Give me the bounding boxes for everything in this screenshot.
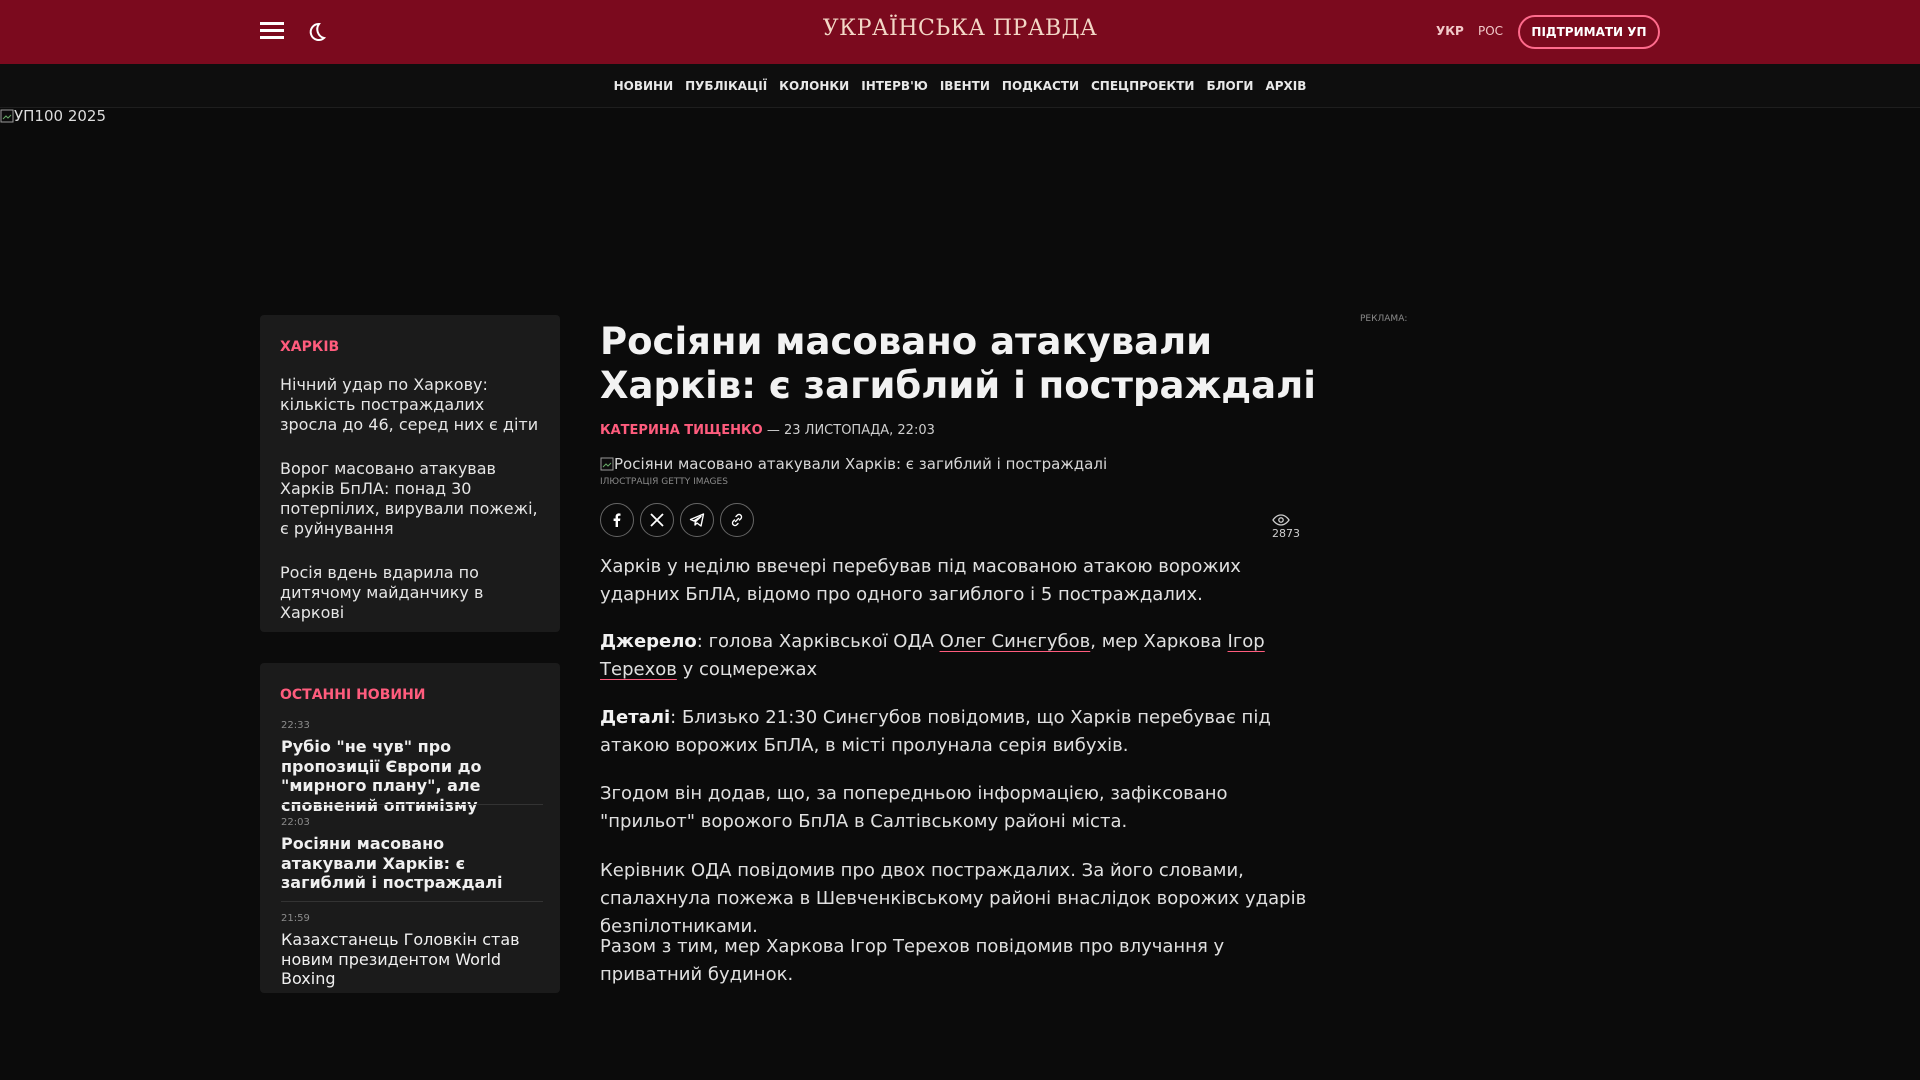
dark-mode-moon-icon[interactable] [304, 20, 328, 44]
article-paragraph: Разом з тим, мер Харкова Ігор Терехов по… [600, 936, 1225, 985]
article-paragraph: Керівник ОДА повідомив про двох постражд… [600, 860, 1307, 937]
article-byline: КАТЕРИНА ТИЩЕНКО — 23 ЛИСТОПАДА, 22:03 [600, 423, 935, 438]
news-headline[interactable]: Росіяни масовано атакували Харків: є заг… [281, 834, 543, 893]
ad-label: РЕКЛАМА: [1360, 314, 1408, 324]
top-bar: УКРАЇНСЬКА ПРАВДА УКР РОС ПІДТРИМАТИ УП [0, 0, 1920, 64]
article-date: — 23 ЛИСТОПАДА, 22:03 [762, 423, 935, 438]
nav-item-events[interactable]: ІВЕНТИ [940, 64, 990, 108]
paragraph-text: : Близько 21:30 Синєгубов повідомив, що … [600, 707, 1271, 756]
facebook-icon [613, 513, 621, 527]
eye-icon [1272, 514, 1290, 526]
nav-item-specprojects[interactable]: СПЕЦПРОЕКТИ [1091, 64, 1194, 108]
broken-image-icon [600, 457, 614, 471]
source-label: Джерело [600, 631, 697, 652]
latest-news-title[interactable]: ОСТАННІ НОВИНИ [280, 687, 426, 703]
banner-alt-text: УП100 2025 [14, 107, 106, 125]
telegram-icon [689, 513, 705, 527]
link-icon [731, 513, 743, 527]
article-headline: Росіяни масовано атакували Харків: є заг… [600, 320, 1316, 407]
copy-link-button[interactable] [720, 503, 754, 537]
article-paragraph: Харків у неділю ввечері перебував під ма… [600, 556, 1241, 605]
article-paragraph: Джерело: голова Харківської ОДА Олег Син… [600, 628, 1320, 684]
photo-alt-text: Росіяни масовано атакували Харків: є заг… [614, 455, 1108, 473]
nav-item-interviews[interactable]: ІНТЕРВ'Ю [861, 64, 928, 108]
latest-news-item[interactable]: 22:03 Росіяни масовано атакували Харків:… [281, 817, 543, 893]
news-time: 22:33 [281, 720, 310, 731]
main-nav-bar: НОВИНИ ПУБЛІКАЦІЇ КОЛОНКИ ІНТЕРВ'Ю ІВЕНТ… [0, 64, 1920, 108]
site-logo[interactable]: УКРАЇНСЬКА ПРАВДА [760, 16, 1160, 41]
news-time: 22:03 [281, 817, 310, 828]
photo-credit: ІЛЮСТРАЦІЯ GETTY IMAGES [600, 477, 728, 487]
article-paragraph: Деталі: Близько 21:30 Синєгубов повідоми… [600, 704, 1320, 760]
link-synehubov[interactable]: Олег Синєгубов [940, 631, 1091, 652]
author-link[interactable]: КАТЕРИНА ТИЩЕНКО [600, 423, 763, 438]
nav-item-publications[interactable]: ПУБЛІКАЦІЇ [685, 64, 767, 108]
hamburger-menu-icon[interactable] [260, 22, 284, 42]
share-facebook-button[interactable] [600, 503, 634, 537]
latest-news-block: ОСТАННІ НОВИНИ 22:33 Рубіо "не чув" про … [260, 663, 560, 993]
paragraph-text: , мер Харкова [1090, 631, 1228, 652]
city-news-item[interactable]: Нічний удар по Харкову: кількість постра… [280, 375, 546, 435]
paragraph-text: : голова Харківської ОДА [696, 631, 940, 652]
views-count: 2873 [1272, 527, 1300, 540]
city-block-title[interactable]: ХАРКІВ [280, 339, 339, 355]
news-time: 21:59 [281, 913, 310, 924]
divider [281, 901, 543, 902]
nav-item-news[interactable]: НОВИНИ [614, 64, 674, 108]
paragraph-text: у соцмережах [676, 659, 818, 680]
article-paragraph: Згодом він додав, що, за попередньою інф… [600, 783, 1228, 832]
city-news-block: ХАРКІВ Нічний удар по Харкову: кількість… [260, 315, 560, 632]
details-label: Деталі [600, 707, 671, 728]
latest-news-item[interactable]: 21:59 Казахстанець Головкін став новим п… [281, 913, 543, 989]
main-nav: НОВИНИ ПУБЛІКАЦІЇ КОЛОНКИ ІНТЕРВ'Ю ІВЕНТ… [0, 64, 1920, 108]
banner-image[interactable]: УП100 2025 [0, 107, 106, 125]
view-counter: 2873 [1272, 513, 1320, 540]
nav-item-blogs[interactable]: БЛОГИ [1206, 64, 1253, 108]
city-news-item[interactable]: Росія вдень вдарила по дитячому майданчи… [280, 563, 546, 623]
latest-news-item[interactable]: 22:33 Рубіо "не чув" про пропозиції Євро… [281, 720, 543, 815]
broken-image-icon [0, 109, 14, 123]
article: Росіяни масовано атакували Харків: є заг… [600, 320, 1320, 985]
nav-item-podcasts[interactable]: ПОДКАСТИ [1002, 64, 1079, 108]
support-button[interactable]: ПІДТРИМАТИ УП [1518, 15, 1660, 49]
share-telegram-button[interactable] [680, 503, 714, 537]
divider [281, 804, 543, 805]
x-icon [650, 513, 664, 527]
nav-item-columns[interactable]: КОЛОНКИ [779, 64, 849, 108]
news-headline[interactable]: Казахстанець Головкін став новим президе… [281, 930, 543, 989]
lang-ros-link[interactable]: РОС [1478, 24, 1503, 38]
share-x-button[interactable] [640, 503, 674, 537]
nav-item-archive[interactable]: АРХІВ [1265, 64, 1306, 108]
lang-ukr-link[interactable]: УКР [1436, 24, 1464, 38]
city-news-item[interactable]: Ворог масовано атакував Харків БпЛА: пон… [280, 459, 546, 539]
article-photo: Росіяни масовано атакували Харків: є заг… [600, 455, 1107, 473]
